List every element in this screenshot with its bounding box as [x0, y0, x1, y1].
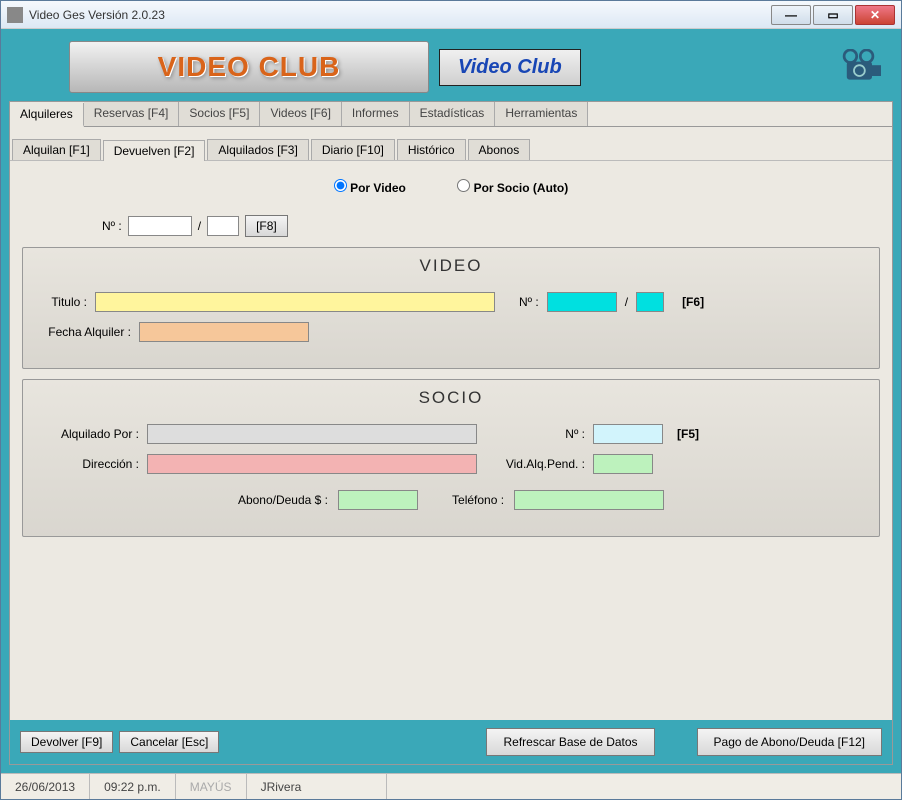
tab-herramientas[interactable]: Herramientas: [495, 102, 588, 126]
f6-button[interactable]: [F6]: [672, 292, 714, 312]
pago-button[interactable]: Pago de Abono/Deuda [F12]: [697, 728, 882, 756]
app-icon: [7, 7, 23, 23]
fecha-label: Fecha Alquiler :: [39, 325, 131, 339]
radio-por-video[interactable]: Por Video: [334, 181, 406, 195]
radio-por-socio[interactable]: Por Socio (Auto): [457, 181, 568, 195]
tab-informes[interactable]: Informes: [342, 102, 410, 126]
numero-sep: /: [198, 219, 201, 233]
abono-input[interactable]: [338, 490, 418, 510]
numero-row: Nº : / [F8]: [22, 215, 880, 237]
minimize-button[interactable]: —: [771, 5, 811, 25]
radio-por-video-label: Por Video: [350, 181, 406, 195]
subtab-alquilados[interactable]: Alquilados [F3]: [207, 139, 308, 160]
radio-row: Por Video Por Socio (Auto): [22, 171, 880, 205]
titulo-label: Titulo :: [39, 295, 87, 309]
subtab-devuelven[interactable]: Devuelven [F2]: [103, 140, 206, 161]
pend-input[interactable]: [593, 454, 653, 474]
direccion-label: Dirección :: [39, 457, 139, 471]
main-panel: Alquileres Reservas [F4] Socios [F5] Vid…: [9, 101, 893, 765]
app-window: Video Ges Versión 2.0.23 — ▭ ✕ VIDEO CLU…: [0, 0, 902, 800]
subtab-diario[interactable]: Diario [F10]: [311, 139, 395, 160]
banner: VIDEO CLUB: [69, 41, 429, 93]
status-time: 09:22 p.m.: [90, 774, 176, 799]
abono-label: Abono/Deuda $ :: [238, 493, 328, 507]
socio-panel: SOCIO Alquilado Por : Nº : [F5] Direcció…: [22, 379, 880, 537]
video-n-input-1[interactable]: [547, 292, 617, 312]
subtab-abonos[interactable]: Abonos: [468, 139, 531, 160]
numero-label: Nº :: [102, 219, 122, 233]
brand-tag: Video Club: [439, 49, 581, 86]
tab-socios[interactable]: Socios [F5]: [179, 102, 260, 126]
fecha-input[interactable]: [139, 322, 309, 342]
action-bar: Devolver [F9] Cancelar [Esc] Refrescar B…: [10, 720, 892, 764]
video-n-label: Nº :: [519, 295, 539, 309]
tab-videos[interactable]: Videos [F6]: [260, 102, 341, 126]
window-title: Video Ges Versión 2.0.23: [29, 8, 771, 22]
tab-reservas[interactable]: Reservas [F4]: [84, 102, 180, 126]
pend-label: Vid.Alq.Pend. :: [485, 457, 585, 471]
tab-alquileres[interactable]: Alquileres: [10, 103, 84, 127]
socio-panel-title: SOCIO: [39, 388, 863, 408]
refrescar-button[interactable]: Refrescar Base de Datos: [486, 728, 654, 756]
alquilado-label: Alquilado Por :: [39, 427, 139, 441]
numero-input-1[interactable]: [128, 216, 192, 236]
radio-por-video-input[interactable]: [334, 179, 347, 192]
telefono-input[interactable]: [514, 490, 664, 510]
radio-por-socio-input[interactable]: [457, 179, 470, 192]
status-user: JRivera: [247, 774, 387, 799]
content-area: Por Video Por Socio (Auto) Nº : / [F8] V…: [10, 161, 892, 720]
banner-row: VIDEO CLUB Video Club: [9, 37, 893, 101]
sub-tabs: Alquilan [F1] Devuelven [F2] Alquilados …: [10, 127, 892, 161]
maximize-button[interactable]: ▭: [813, 5, 853, 25]
status-date: 26/06/2013: [1, 774, 90, 799]
window-controls: — ▭ ✕: [771, 5, 895, 25]
video-panel-title: VIDEO: [39, 256, 863, 276]
cancelar-button[interactable]: Cancelar [Esc]: [119, 731, 219, 753]
f8-button[interactable]: [F8]: [245, 215, 288, 237]
telefono-label: Teléfono :: [452, 493, 504, 507]
video-n-input-2[interactable]: [636, 292, 664, 312]
titlebar: Video Ges Versión 2.0.23 — ▭ ✕: [1, 1, 901, 29]
status-caps: MAYÚS: [176, 774, 247, 799]
video-n-sep: /: [625, 295, 628, 309]
numero-input-2[interactable]: [207, 216, 239, 236]
camera-icon: [841, 49, 885, 85]
close-button[interactable]: ✕: [855, 5, 895, 25]
app-body: VIDEO CLUB Video Club Alquileres Reserva…: [1, 29, 901, 773]
tab-estadisticas[interactable]: Estadísticas: [410, 102, 496, 126]
radio-por-socio-label: Por Socio (Auto): [474, 181, 569, 195]
f5-button[interactable]: [F5]: [677, 427, 699, 441]
socio-n-label: Nº :: [505, 427, 585, 441]
devolver-button[interactable]: Devolver [F9]: [20, 731, 113, 753]
direccion-input[interactable]: [147, 454, 477, 474]
video-panel: VIDEO Titulo : Nº : / [F6] Fecha Alquile…: [22, 247, 880, 369]
statusbar: 26/06/2013 09:22 p.m. MAYÚS JRivera: [1, 773, 901, 799]
subtab-historico[interactable]: Histórico: [397, 139, 466, 160]
status-empty: [387, 774, 901, 799]
titulo-input[interactable]: [95, 292, 495, 312]
subtab-alquilan[interactable]: Alquilan [F1]: [12, 139, 101, 160]
banner-text: VIDEO CLUB: [158, 51, 341, 83]
socio-n-input[interactable]: [593, 424, 663, 444]
main-tabs: Alquileres Reservas [F4] Socios [F5] Vid…: [10, 102, 892, 127]
alquilado-input[interactable]: [147, 424, 477, 444]
